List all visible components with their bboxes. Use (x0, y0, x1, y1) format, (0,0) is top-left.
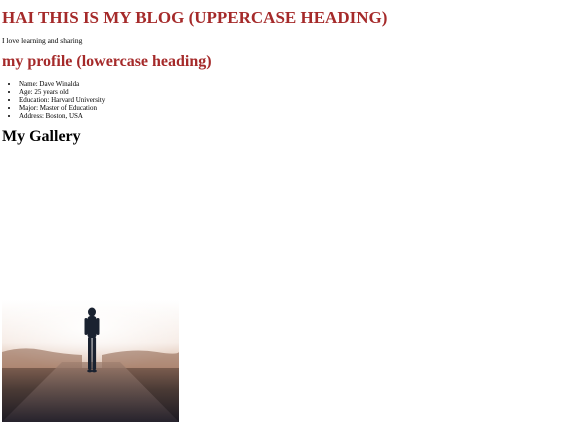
profile-item-major: Major: Master of Education (19, 104, 105, 112)
gallery-heading: My Gallery (2, 128, 81, 145)
blog-intro-text: I love learning and sharing (2, 36, 83, 45)
profile-list: Name: Dave Winalda Age: 25 years old Edu… (2, 80, 105, 120)
profile-item-education: Education: Harvard University (19, 96, 105, 104)
gallery-image-man-walking-on-road (2, 300, 179, 422)
profile-item-name: Name: Dave Winalda (19, 80, 105, 88)
profile-item-age: Age: 25 years old (19, 88, 105, 96)
blog-title-uppercase: HAI THIS IS MY BLOG (UPPERCASE HEADING) (2, 8, 388, 27)
profile-item-address: Address: Boston, USA (19, 112, 105, 120)
profile-heading-lowercase: my profile (lowercase heading) (2, 53, 212, 70)
